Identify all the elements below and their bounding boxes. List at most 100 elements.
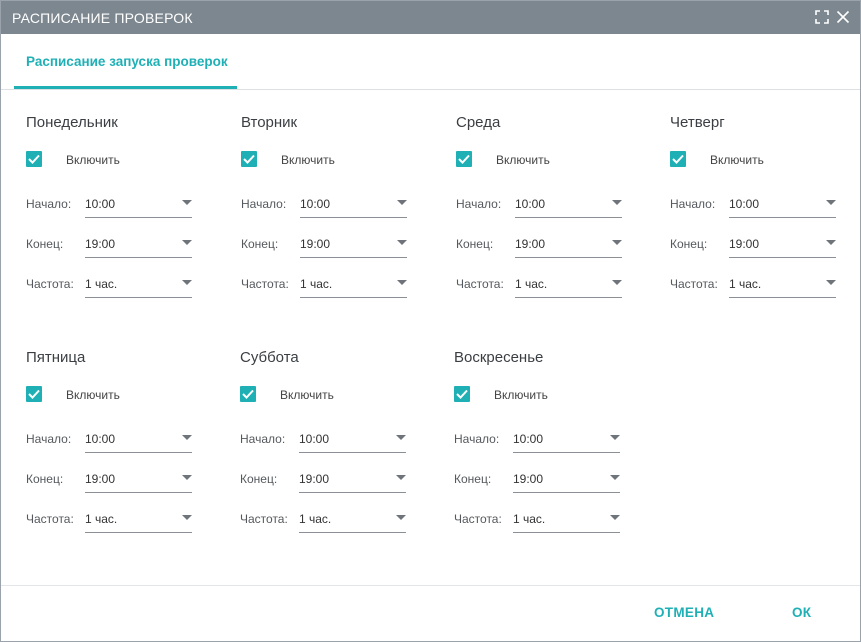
day-name: Суббота	[240, 349, 299, 366]
frequency-value: 1 час.	[299, 512, 332, 526]
dropdown-arrow-icon	[610, 475, 620, 480]
dropdown-arrow-icon	[826, 280, 836, 285]
start-field: Начало: 10:00	[241, 195, 441, 219]
frequency-select[interactable]: 1 час.	[85, 510, 192, 533]
day-thursday: Четверг Включить Начало: 10:00 Конец: 19…	[670, 114, 861, 314]
frequency-label: Частота:	[670, 277, 718, 291]
dropdown-arrow-icon	[396, 475, 406, 480]
tab-schedule[interactable]: Расписание запуска проверок	[14, 34, 237, 89]
end-field: Конец: 19:00	[26, 235, 226, 259]
start-value: 10:00	[515, 197, 546, 211]
dropdown-arrow-icon	[396, 515, 406, 520]
enable-checkbox[interactable]: Включить	[26, 151, 186, 171]
start-select[interactable]: 10:00	[729, 195, 836, 218]
dropdown-arrow-icon	[826, 240, 836, 245]
dropdown-arrow-icon	[182, 475, 192, 480]
ok-button[interactable]: ОК	[792, 605, 811, 620]
end-select[interactable]: 19:00	[513, 470, 620, 493]
start-select[interactable]: 10:00	[515, 195, 622, 218]
frequency-label: Частота:	[241, 277, 289, 291]
frequency-label: Частота:	[454, 512, 502, 526]
checkmark-icon[interactable]	[26, 151, 42, 167]
start-value: 10:00	[300, 197, 331, 211]
frequency-select[interactable]: 1 час.	[513, 510, 620, 533]
frequency-field: Частота: 1 час.	[26, 510, 226, 534]
end-select[interactable]: 19:00	[85, 235, 192, 258]
frequency-select[interactable]: 1 час.	[299, 510, 406, 533]
enable-checkbox[interactable]: Включить	[454, 386, 614, 406]
start-field: Начало: 10:00	[454, 430, 654, 454]
dropdown-arrow-icon	[612, 280, 622, 285]
start-label: Начало:	[26, 432, 72, 446]
dropdown-arrow-icon	[397, 280, 407, 285]
end-label: Конец:	[670, 237, 708, 251]
frequency-label: Частота:	[26, 277, 74, 291]
frequency-value: 1 час.	[300, 277, 333, 291]
end-field: Конец: 19:00	[456, 235, 656, 259]
frequency-field: Частота: 1 час.	[670, 275, 861, 299]
start-label: Начало:	[454, 432, 500, 446]
start-label: Начало:	[26, 197, 72, 211]
checkmark-icon[interactable]	[26, 386, 42, 402]
start-select[interactable]: 10:00	[513, 430, 620, 453]
dialog-title: РАСПИСАНИЕ ПРОВЕРОК	[12, 10, 193, 26]
end-select[interactable]: 19:00	[299, 470, 406, 493]
end-value: 19:00	[513, 472, 544, 486]
day-tuesday: Вторник Включить Начало: 10:00 Конец: 19…	[241, 114, 441, 314]
day-name: Четверг	[670, 114, 725, 131]
dropdown-arrow-icon	[182, 515, 192, 520]
dropdown-arrow-icon	[182, 200, 192, 205]
cancel-button[interactable]: ОТМЕНА	[654, 605, 714, 620]
frequency-select[interactable]: 1 час.	[729, 275, 836, 298]
start-label: Начало:	[456, 197, 502, 211]
close-icon[interactable]	[836, 10, 850, 24]
dropdown-arrow-icon	[612, 200, 622, 205]
enable-label: Включить	[66, 388, 120, 402]
dropdown-arrow-icon	[182, 435, 192, 440]
end-value: 19:00	[85, 237, 116, 251]
end-select[interactable]: 19:00	[729, 235, 836, 258]
day-sunday: Воскресенье Включить Начало: 10:00 Конец…	[454, 349, 654, 549]
end-field: Конец: 19:00	[240, 470, 440, 494]
enable-label: Включить	[280, 388, 334, 402]
end-field: Конец: 19:00	[670, 235, 861, 259]
start-label: Начало:	[241, 197, 287, 211]
enable-checkbox[interactable]: Включить	[456, 151, 616, 171]
tab-bar: Расписание запуска проверок	[1, 34, 860, 90]
enable-checkbox[interactable]: Включить	[241, 151, 401, 171]
start-label: Начало:	[240, 432, 286, 446]
start-field: Начало: 10:00	[240, 430, 440, 454]
start-field: Начало: 10:00	[26, 195, 226, 219]
start-select[interactable]: 10:00	[299, 430, 406, 453]
frequency-value: 1 час.	[515, 277, 548, 291]
enable-checkbox[interactable]: Включить	[670, 151, 830, 171]
end-select[interactable]: 19:00	[515, 235, 622, 258]
checkmark-icon[interactable]	[240, 386, 256, 402]
enable-checkbox[interactable]: Включить	[26, 386, 186, 406]
frequency-value: 1 час.	[85, 277, 118, 291]
enable-checkbox[interactable]: Включить	[240, 386, 400, 406]
frequency-select[interactable]: 1 час.	[515, 275, 622, 298]
start-select[interactable]: 10:00	[85, 430, 192, 453]
day-monday: Понедельник Включить Начало: 10:00 Конец…	[26, 114, 226, 314]
dropdown-arrow-icon	[182, 240, 192, 245]
enable-label: Включить	[496, 153, 550, 167]
end-select[interactable]: 19:00	[85, 470, 192, 493]
checkmark-icon[interactable]	[454, 386, 470, 402]
tab-schedule-label: Расписание запуска проверок	[26, 54, 228, 69]
enable-label: Включить	[710, 153, 764, 167]
frequency-select[interactable]: 1 час.	[300, 275, 407, 298]
checkmark-icon[interactable]	[456, 151, 472, 167]
end-field: Конец: 19:00	[26, 470, 226, 494]
dropdown-arrow-icon	[397, 240, 407, 245]
checkmark-icon[interactable]	[670, 151, 686, 167]
checkmark-icon[interactable]	[241, 151, 257, 167]
start-select[interactable]: 10:00	[300, 195, 407, 218]
start-select[interactable]: 10:00	[85, 195, 192, 218]
end-select[interactable]: 19:00	[300, 235, 407, 258]
enable-label: Включить	[66, 153, 120, 167]
frequency-select[interactable]: 1 час.	[85, 275, 192, 298]
maximize-icon[interactable]	[815, 10, 829, 24]
day-name: Воскресенье	[454, 349, 544, 366]
dropdown-arrow-icon	[396, 435, 406, 440]
